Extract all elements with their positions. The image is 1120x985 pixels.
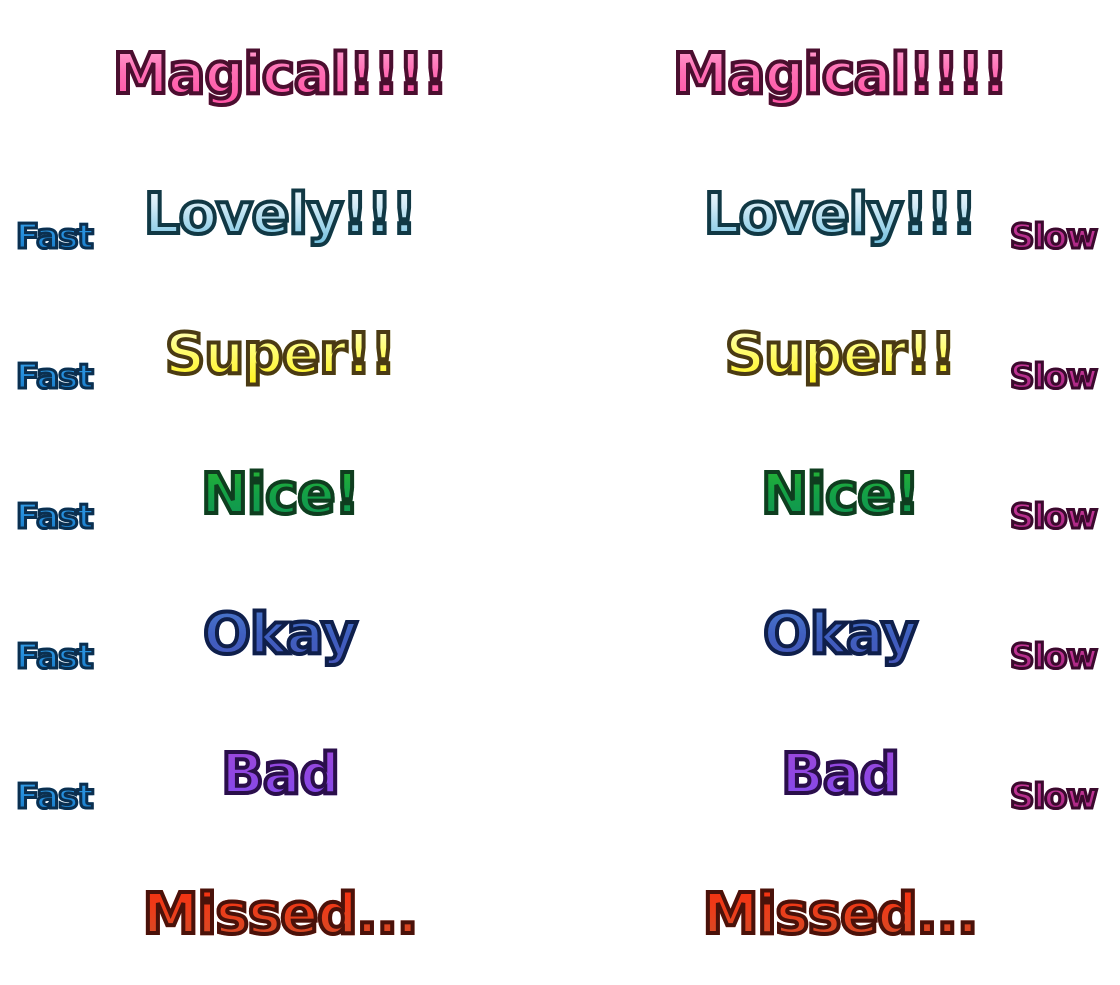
judgement-row-okay: Okay Fast	[0, 565, 560, 705]
timing-slow-label: Slow	[1009, 776, 1100, 819]
timing-fast-label: Fast	[15, 496, 96, 539]
timing-fast-label: Fast	[15, 776, 96, 819]
judgement-magical: Magical!!!!	[560, 35, 1120, 115]
timing-slow-label: Slow	[1009, 636, 1100, 679]
judgement-row-super: Super!! Fast	[0, 285, 560, 425]
slow-variant-column: Magical!!!! Lovely!!! Slow Super!! Slow …	[560, 0, 1120, 980]
judgement-row-bad: Bad Slow	[560, 705, 1120, 845]
timing-slow-label: Slow	[1009, 216, 1100, 259]
judgement-row-nice: Nice! Fast	[0, 425, 560, 565]
judgement-row-super: Super!! Slow	[560, 285, 1120, 425]
timing-fast-label: Fast	[15, 216, 96, 259]
judgement-row-nice: Nice! Slow	[560, 425, 1120, 565]
judgement-row-lovely: Lovely!!! Slow	[560, 145, 1120, 285]
timing-slow-label: Slow	[1009, 496, 1100, 539]
timing-fast-label: Fast	[15, 356, 96, 399]
judgement-missed: Missed...	[560, 875, 1120, 955]
judgement-row-okay: Okay Slow	[560, 565, 1120, 705]
timing-fast-label: Fast	[15, 636, 96, 679]
timing-slow-label: Slow	[1009, 356, 1100, 399]
judgement-sprite-sheet: Magical!!!! Lovely!!! Fast Super!! Fast …	[0, 0, 1120, 980]
judgement-row-missed: Missed...	[0, 845, 560, 985]
judgement-row-magical: Magical!!!!	[560, 5, 1120, 145]
judgement-row-missed: Missed...	[560, 845, 1120, 985]
fast-variant-column: Magical!!!! Lovely!!! Fast Super!! Fast …	[0, 0, 560, 980]
judgement-row-bad: Bad Fast	[0, 705, 560, 845]
judgement-missed: Missed...	[0, 875, 560, 955]
judgement-row-magical: Magical!!!!	[0, 5, 560, 145]
judgement-row-lovely: Lovely!!! Fast	[0, 145, 560, 285]
judgement-magical: Magical!!!!	[0, 35, 560, 115]
